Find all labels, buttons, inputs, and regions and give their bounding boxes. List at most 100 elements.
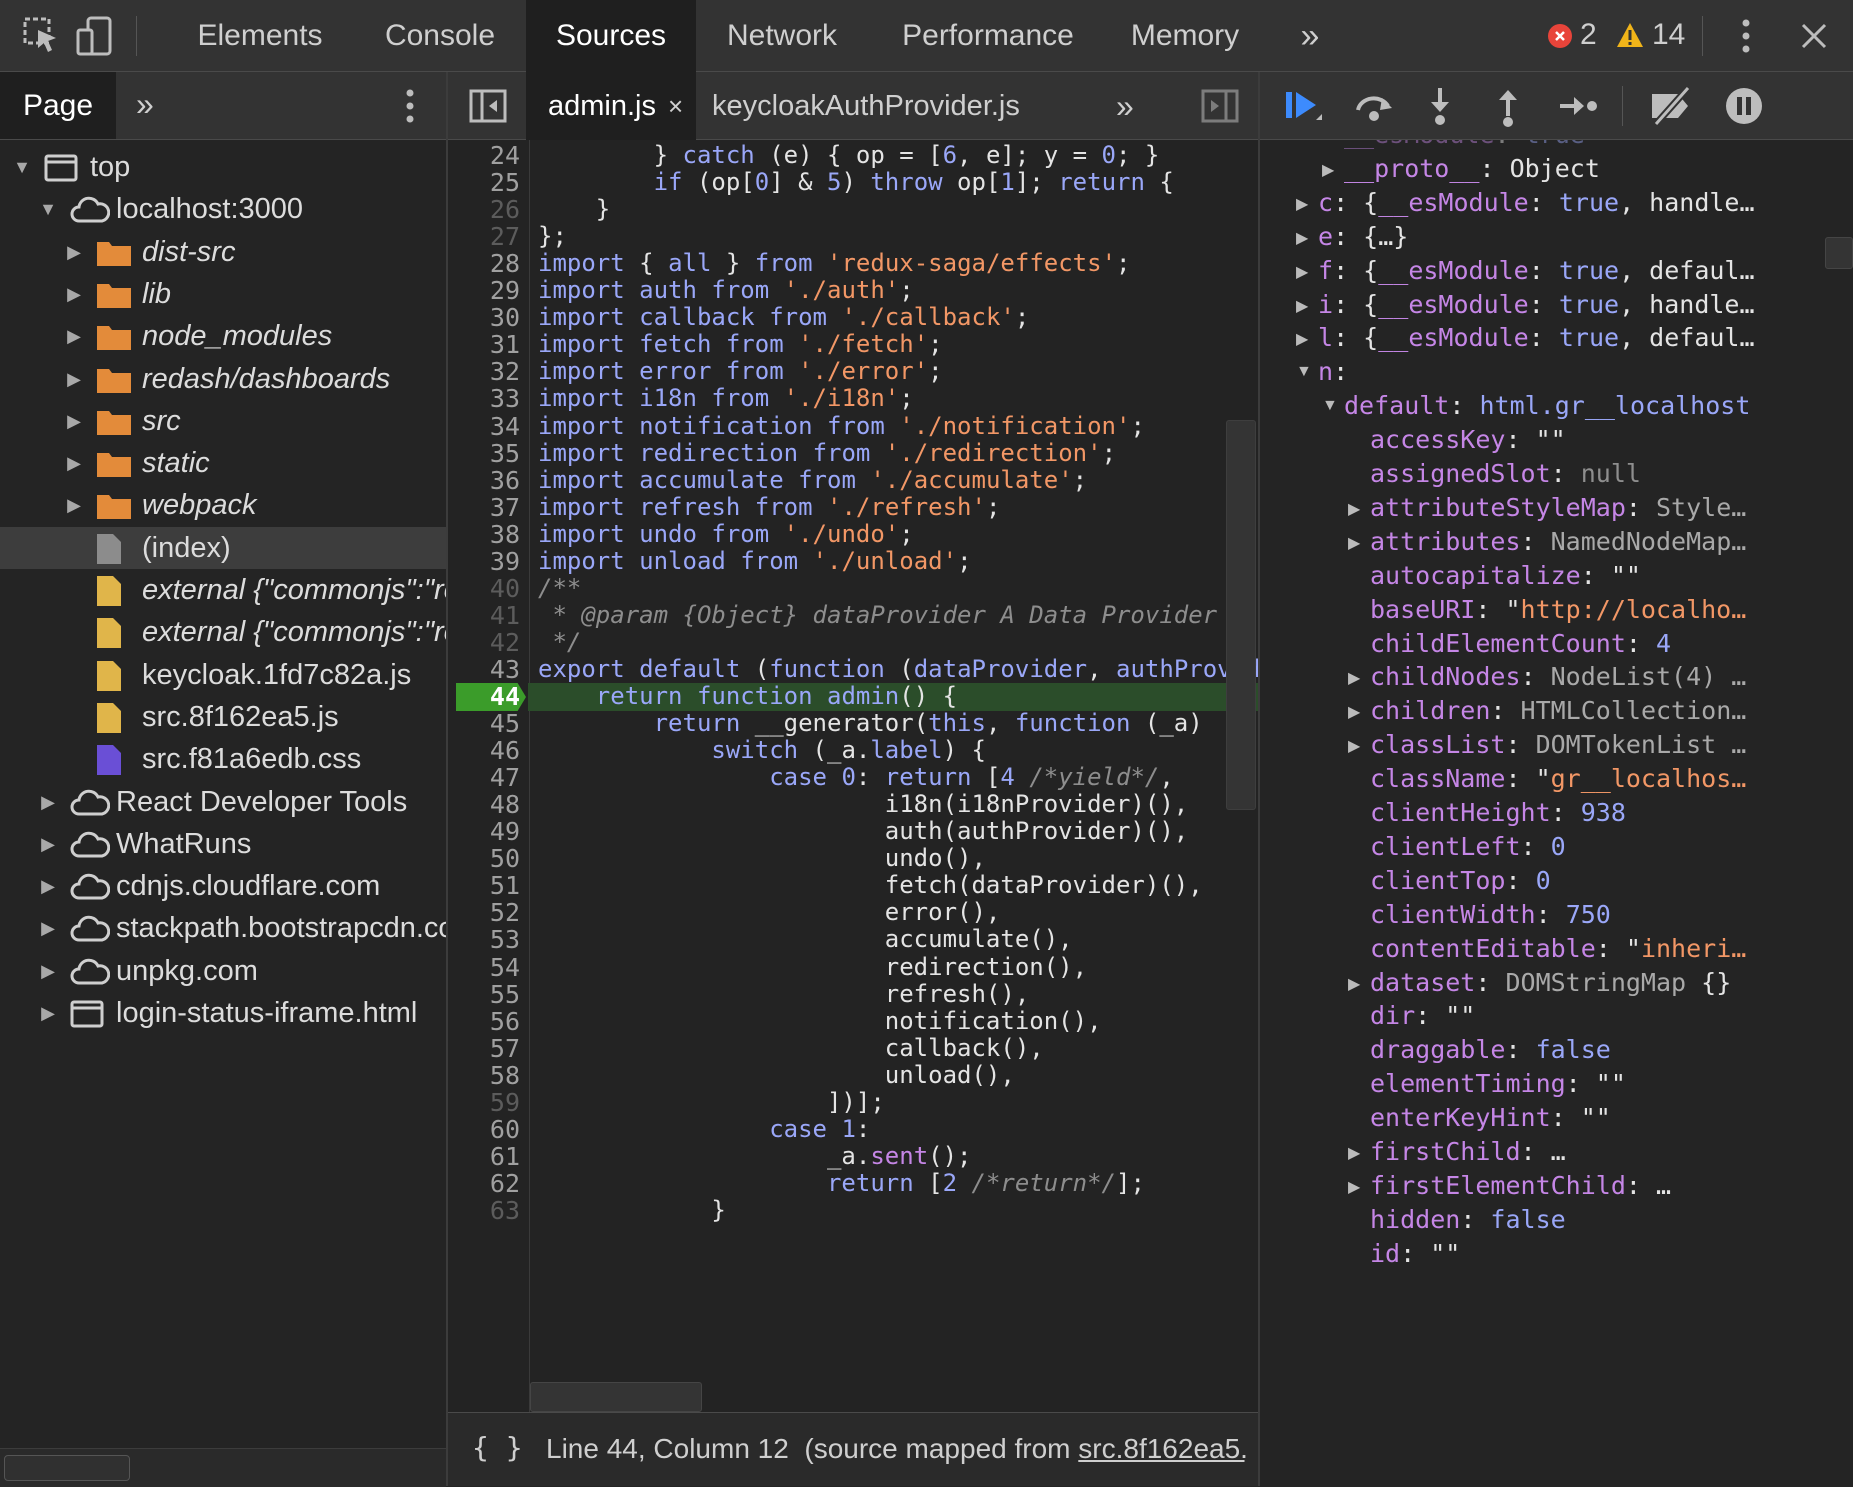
scope-property[interactable]: clientLeft: 0 — [1370, 830, 1566, 864]
tree-item[interactable]: ▶ stackpath.bootstrapcdn.com — [0, 907, 446, 949]
tree-item[interactable]: ▼ localhost:3000 — [0, 188, 446, 230]
scope-property[interactable]: enterKeyHint: "" — [1370, 1101, 1611, 1135]
tab-sources[interactable]: Sources — [526, 0, 696, 72]
navigator-menu-icon[interactable] — [404, 88, 416, 129]
scope-property[interactable]: assignedSlot: null — [1370, 457, 1641, 491]
scope-property[interactable]: __esModule: true — [1344, 140, 1585, 152]
scope-property[interactable]: c: {__esModule: true, handle… — [1318, 186, 1755, 220]
tree-item[interactable]: ▶ src — [0, 400, 446, 442]
scope-property[interactable]: draggable: false — [1370, 1033, 1611, 1067]
scope-property[interactable]: elementTiming: "" — [1370, 1067, 1626, 1101]
more-tabs-button[interactable]: » — [1280, 0, 1340, 72]
tree-item[interactable]: external {"commonjs":"rea — [0, 611, 446, 653]
collapsed-triangle-icon[interactable]: ▶ — [64, 400, 84, 442]
inspect-element-icon[interactable] — [20, 14, 64, 58]
scope-property[interactable]: childNodes: NodeList(4) … — [1370, 660, 1746, 694]
navigator-more-button[interactable]: » — [136, 72, 154, 139]
collapsed-triangle-icon[interactable]: ▶ — [1296, 194, 1308, 214]
scope-property[interactable]: firstChild: … — [1370, 1135, 1566, 1169]
scope-property[interactable]: dataset: DOMStringMap {} — [1370, 966, 1731, 1000]
tab-network[interactable]: Network — [696, 0, 868, 72]
scope-property[interactable]: className: "gr__localhos… — [1370, 762, 1746, 796]
tree-item[interactable]: ▶ redash/dashboards — [0, 358, 446, 400]
tree-item[interactable]: ▶ login-status-iframe.html — [0, 992, 446, 1034]
editor-more-tabs-button[interactable]: » — [1116, 72, 1134, 140]
tree-item[interactable]: ▶ webpack — [0, 484, 446, 526]
collapsed-triangle-icon[interactable]: ▶ — [1322, 160, 1334, 180]
collapsed-triangle-icon[interactable]: ▶ — [38, 950, 58, 992]
collapsed-triangle-icon[interactable]: ▶ — [1348, 702, 1360, 722]
step-into-icon[interactable] — [1422, 84, 1458, 133]
scope-property[interactable]: firstElementChild: … — [1370, 1169, 1671, 1203]
resume-icon[interactable] — [1282, 86, 1326, 131]
scope-property[interactable]: clientWidth: 750 — [1370, 898, 1611, 932]
scope-property[interactable]: attributes: NamedNodeMap… — [1370, 525, 1746, 559]
scope-property[interactable]: e: {…} — [1318, 220, 1408, 254]
editor-vertical-scrollbar[interactable] — [1226, 420, 1256, 810]
tree-item[interactable]: ▶ static — [0, 442, 446, 484]
scope-scrollbar[interactable] — [1825, 237, 1853, 269]
scope-property[interactable]: attributeStyleMap: Style… — [1370, 491, 1746, 525]
tree-item[interactable]: src.8f162ea5.js — [0, 696, 446, 738]
tree-item[interactable]: ▶ dist-src — [0, 231, 446, 273]
tab-keycloak-auth-provider[interactable]: keycloakAuthProvider.js — [712, 72, 1020, 140]
toggle-debugger-icon[interactable] — [1200, 86, 1240, 131]
expanded-triangle-icon[interactable]: ▼ — [1322, 397, 1338, 415]
collapsed-triangle-icon[interactable]: ▶ — [1296, 228, 1308, 248]
pretty-print-button[interactable]: { } — [472, 1431, 523, 1464]
step-out-icon[interactable] — [1490, 84, 1526, 133]
step-over-icon[interactable] — [1352, 86, 1396, 131]
collapsed-triangle-icon[interactable]: ▶ — [64, 484, 84, 526]
scope-property[interactable]: clientTop: 0 — [1370, 864, 1551, 898]
scope-property[interactable]: dir: "" — [1370, 999, 1475, 1033]
tab-page[interactable]: Page — [0, 72, 116, 139]
tab-elements[interactable]: Elements — [172, 0, 348, 72]
collapsed-triangle-icon[interactable]: ▶ — [38, 992, 58, 1034]
scope-property[interactable]: children: HTMLCollection… — [1370, 694, 1746, 728]
collapsed-triangle-icon[interactable]: ▶ — [64, 358, 84, 400]
device-toolbar-icon[interactable] — [72, 14, 116, 58]
tab-close-icon[interactable]: × — [668, 72, 683, 140]
tree-item[interactable]: ▼ top — [0, 146, 446, 188]
scope-property[interactable]: i: {__esModule: true, handle… — [1318, 288, 1755, 322]
code-area[interactable]: } catch (e) { op = [6, e]; y = 0; } if (… — [448, 140, 1258, 1412]
collapsed-triangle-icon[interactable]: ▶ — [1348, 1143, 1360, 1163]
source-map-link[interactable]: src.8f162ea5.js — [1078, 1433, 1246, 1464]
collapsed-triangle-icon[interactable]: ▶ — [1296, 262, 1308, 282]
tree-item[interactable]: external {"commonjs":"rea — [0, 569, 446, 611]
warning-count[interactable]: 14 — [1652, 18, 1685, 52]
tab-memory[interactable]: Memory — [1118, 0, 1252, 72]
scope-property[interactable]: l: {__esModule: true, defaul… — [1318, 321, 1755, 355]
tree-item[interactable]: src.f81a6edb.css — [0, 738, 446, 780]
tab-console[interactable]: Console — [370, 0, 510, 72]
tab-performance[interactable]: Performance — [880, 0, 1096, 72]
expanded-triangle-icon[interactable]: ▼ — [12, 146, 32, 188]
editor-horizontal-scrollbar[interactable] — [530, 1382, 702, 1412]
scope-property[interactable]: f: {__esModule: true, defaul… — [1318, 254, 1755, 288]
collapsed-triangle-icon[interactable]: ▶ — [1296, 329, 1308, 349]
step-icon[interactable] — [1556, 86, 1600, 131]
tree-item[interactable]: keycloak.1fd7c82a.js — [0, 654, 446, 696]
error-count[interactable]: 2 — [1580, 18, 1597, 52]
scope-property[interactable]: hidden: false — [1370, 1203, 1566, 1237]
collapsed-triangle-icon[interactable]: ▶ — [64, 315, 84, 357]
scope-property[interactable]: baseURI: "http://localho… — [1370, 593, 1746, 627]
scope-property[interactable]: contentEditable: "inheri… — [1370, 932, 1746, 966]
tree-item[interactable]: (index) — [0, 526, 446, 569]
collapsed-triangle-icon[interactable]: ▶ — [1348, 1177, 1360, 1197]
close-icon[interactable] — [1800, 22, 1828, 55]
scope-property[interactable]: default: html.gr__localhost — [1344, 389, 1750, 423]
tree-item[interactable]: ▶ WhatRuns — [0, 823, 446, 865]
tree-item[interactable]: ▶ cdnjs.cloudflare.com — [0, 865, 446, 907]
tree-item[interactable]: ▶ lib — [0, 273, 446, 315]
collapsed-triangle-icon[interactable]: ▶ — [64, 273, 84, 315]
scope-property[interactable]: clientHeight: 938 — [1370, 796, 1626, 830]
scope-property[interactable]: n: — [1318, 355, 1348, 389]
collapsed-triangle-icon[interactable]: ▶ — [1296, 296, 1308, 316]
tab-admin-js[interactable]: admin.js × — [526, 72, 696, 140]
more-options-icon[interactable] — [1740, 18, 1752, 54]
scope-property[interactable]: id: "" — [1370, 1237, 1460, 1271]
expanded-triangle-icon[interactable]: ▼ — [1296, 363, 1312, 381]
scope-property[interactable]: __proto__: Object — [1344, 152, 1600, 186]
collapsed-triangle-icon[interactable]: ▶ — [1348, 668, 1360, 688]
